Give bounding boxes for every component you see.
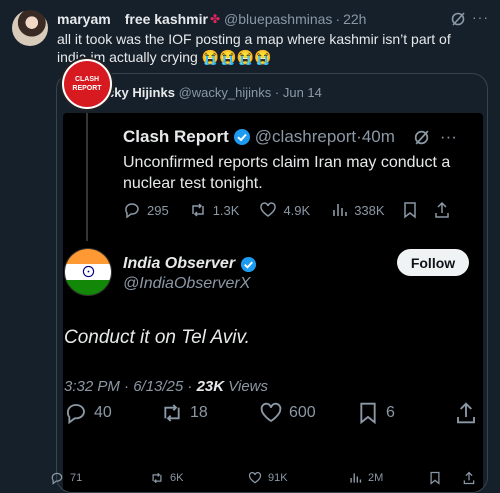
- repost-icon: [191, 203, 204, 217]
- user-avatar[interactable]: [12, 10, 48, 46]
- repost-stat: 18: [160, 401, 208, 425]
- reply-icon: [51, 472, 63, 485]
- clash-time: 40m: [361, 127, 395, 146]
- heart-icon: [248, 471, 262, 484]
- bookmark-count: 6: [386, 404, 395, 421]
- share-icon[interactable]: [462, 471, 476, 485]
- reply-stat: 40: [64, 401, 112, 425]
- heart-icon: [260, 202, 277, 217]
- observer-post-meta: 3:32 PM · 6/13/25 · 23K Views: [64, 378, 268, 395]
- like-stat: 4.9K: [259, 201, 310, 219]
- follow-button: Follow: [397, 249, 469, 276]
- views-button[interactable]: 2M: [348, 471, 383, 485]
- reply-count: 295: [147, 202, 169, 218]
- clash-display-name: Clash Report: [123, 127, 229, 146]
- observer-display-name: India Observer: [123, 255, 236, 272]
- quote-header: Wacky Hijinks @wacky_hijinks · Jun 14: [88, 85, 322, 100]
- separator: ·: [274, 85, 280, 100]
- share-icon: [433, 201, 451, 219]
- tweet-header: maryam free kashmir ✤ @bluepashminas · 2…: [57, 9, 488, 27]
- logo-text-line2: REPORT: [72, 85, 102, 92]
- repost-count: 1.3K: [212, 202, 240, 218]
- views-icon: [350, 473, 362, 483]
- verified-badge-icon: [240, 256, 257, 273]
- post-timestamp: 3:32 PM · 6/13/25 ·: [64, 378, 197, 395]
- views-count: 23K: [196, 378, 225, 395]
- like-button[interactable]: 91K: [248, 471, 288, 485]
- bookmark-stat: 6: [356, 401, 395, 425]
- logo-text-line1: CLASH: [74, 76, 100, 83]
- crying-emoji: 😭😭😭😭: [201, 49, 272, 65]
- like-count: 4.9K: [283, 202, 311, 218]
- clash-handle: @clashreport: [254, 127, 357, 146]
- quote-time: Jun 14: [282, 85, 322, 100]
- clash-header: Clash Report @clashreport · 40m ···: [123, 127, 457, 147]
- like-count: 91K: [268, 472, 288, 484]
- repost-button[interactable]: 6K: [150, 471, 183, 485]
- repost-icon: [152, 472, 162, 484]
- separator: ·: [335, 11, 341, 27]
- quote-handle: @wacky_hijinks: [178, 85, 272, 100]
- views-stat: 338K: [330, 201, 385, 219]
- share-icon: [454, 401, 478, 425]
- observer-post-text: Conduct it on Tel Aviv.: [64, 327, 250, 348]
- clash-post-text: Unconfirmed reports claim Iran may condu…: [123, 154, 451, 192]
- india-flag-avatar: [64, 248, 112, 296]
- display-name[interactable]: maryam: [57, 11, 111, 27]
- user-handle[interactable]: @bluepashminas: [224, 11, 332, 27]
- thread-connector-line: [86, 113, 88, 241]
- canada-flag-icon: ✤: [209, 12, 221, 26]
- like-stat: 600: [259, 401, 316, 425]
- reply-icon: [66, 404, 85, 425]
- ashoka-chakra-icon: [82, 266, 95, 278]
- views-label: Views: [224, 378, 269, 395]
- heart-icon: [260, 402, 282, 423]
- repost-count: 18: [190, 404, 208, 421]
- bookmark-icon: [401, 201, 419, 219]
- more-options-icon: ···: [439, 127, 457, 146]
- observer-handle: @IndiaObserverX: [123, 275, 251, 292]
- bookmark-icon: [360, 402, 376, 425]
- reply-icon: [125, 203, 139, 219]
- repost-stat: 1.3K: [189, 201, 240, 219]
- grok-icon[interactable]: [450, 11, 466, 27]
- tweet-text: all it took was the IOF posting a map wh…: [57, 30, 472, 66]
- repost-count: 6K: [170, 472, 184, 484]
- tweet-time[interactable]: 22h: [343, 11, 366, 27]
- views-count: 338K: [354, 202, 385, 218]
- reply-stat: 295: [123, 201, 169, 219]
- more-options-icon[interactable]: ···: [472, 9, 489, 25]
- like-count: 600: [289, 404, 316, 421]
- reply-count: 40: [94, 404, 112, 421]
- verified-badge-icon: [233, 128, 251, 146]
- observer-name-row: India Observer: [123, 255, 257, 273]
- views-count: 2M: [368, 472, 384, 484]
- repost-icon: [164, 404, 180, 422]
- bookmark-icon[interactable]: [428, 471, 442, 485]
- grok-icon: [413, 129, 430, 146]
- clash-action-bar: 295 1.3K 4.9K 338K: [123, 201, 473, 219]
- reply-button[interactable]: 71: [50, 471, 82, 485]
- reply-count: 71: [70, 472, 83, 484]
- display-name-suffix[interactable]: free kashmir: [125, 11, 208, 27]
- clash-report-logo: CLASH REPORT: [60, 57, 114, 111]
- views-icon: [333, 204, 348, 216]
